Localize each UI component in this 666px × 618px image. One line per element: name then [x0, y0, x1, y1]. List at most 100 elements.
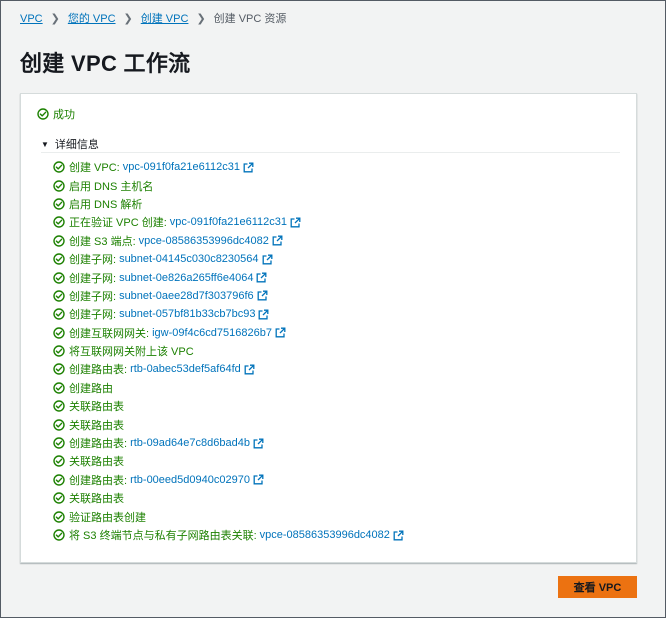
external-link-icon[interactable]: [275, 327, 286, 338]
details-label: 详细信息: [54, 139, 99, 151]
step-text: 启用 DNS 解析: [69, 198, 143, 211]
breadcrumb-link-your-vpcs[interactable]: 您的 VPC: [68, 12, 116, 26]
step-text: 关联路由表: [69, 493, 124, 506]
external-link-icon[interactable]: [253, 474, 264, 485]
step-resource-link[interactable]: vpce-08586353996dc4082: [139, 235, 269, 247]
check-circle-icon: [53, 437, 65, 449]
workflow-panel: 成功 ▼ 详细信息 创建 VPC: vpc-091f0fa21e6112c31 启用…: [20, 93, 637, 563]
step-resource-link[interactable]: subnet-0aee28d7f303796f6: [119, 290, 254, 302]
step-item: 创建 S3 端点: vpce-08586353996dc4082: [53, 232, 404, 250]
step-item: 创建 VPC: vpc-091f0fa21e6112c31: [53, 158, 404, 176]
step-resource-link[interactable]: vpc-091f0fa21e6112c31: [170, 216, 287, 228]
step-resource-link[interactable]: subnet-04145c030c8230564: [119, 253, 258, 265]
step-resource-link[interactable]: rtb-00eed5d0940c02970: [130, 474, 250, 486]
check-circle-icon: [53, 308, 65, 321]
step-text: 创建互联网网关:: [69, 327, 150, 340]
check-circle-icon: [53, 327, 65, 339]
external-link-icon[interactable]: [253, 438, 264, 449]
check-circle-icon: [37, 108, 49, 120]
external-link-icon[interactable]: [244, 364, 255, 375]
step-item: 创建子网: subnet-0e826a265ff6e4064: [53, 268, 404, 286]
step-item: 验证路由表创建: [53, 507, 404, 525]
step-text: 关联路由表: [69, 456, 124, 469]
view-vpc-button[interactable]: 查看 VPC: [558, 576, 637, 598]
step-item: 将互联网网关附上该 VPC: [53, 342, 404, 360]
step-text: 创建 VPC:: [69, 162, 120, 175]
external-link-icon[interactable]: [256, 272, 267, 283]
step-item: 将 S3 终端节点与私有子网路由表关联: vpce-08586353996dc40…: [53, 526, 404, 544]
breadcrumb-link-vpc[interactable]: VPC: [20, 12, 43, 26]
step-item: 创建子网: subnet-0aee28d7f303796f6: [53, 287, 404, 305]
step-resource-link[interactable]: vpce-08586353996dc4082: [260, 529, 390, 541]
details-toggle[interactable]: ▼ 详细信息: [41, 136, 99, 152]
chevron-right-icon: ❯: [196, 13, 206, 25]
check-circle-icon: [53, 400, 65, 412]
step-text: 创建 S3 端点:: [69, 235, 136, 248]
step-item: 启用 DNS 主机名: [53, 176, 404, 194]
step-resource-link[interactable]: vpc-091f0fa21e6112c31: [123, 161, 240, 173]
external-link-icon[interactable]: [258, 309, 269, 320]
step-item: 关联路由表: [53, 397, 404, 415]
step-text: 创建子网:: [69, 290, 117, 303]
step-resource-link[interactable]: rtb-0abec53def5af64fd: [130, 363, 241, 375]
step-text: 创建子网:: [69, 309, 117, 322]
page-title: 创建 VPC 工作流: [20, 51, 191, 76]
step-text: 正在验证 VPC 创建:: [69, 217, 167, 230]
check-circle-icon: [53, 235, 65, 247]
step-text: 创建路由: [69, 382, 113, 395]
step-item: 创建路由表: rtb-09ad64e7c8d6bad4b: [53, 434, 404, 452]
check-circle-icon: [53, 161, 65, 173]
step-item: 关联路由表: [53, 415, 404, 433]
step-resource-link[interactable]: rtb-09ad64e7c8d6bad4b: [130, 437, 250, 449]
check-circle-icon: [53, 474, 65, 486]
step-text: 创建子网:: [69, 254, 117, 267]
status-label: 成功: [53, 109, 75, 121]
step-item: 创建路由表: rtb-00eed5d0940c02970: [53, 471, 404, 489]
step-text: 关联路由表: [69, 401, 124, 414]
breadcrumb: VPC ❯ 您的 VPC ❯ 创建 VPC ❯ 创建 VPC 资源: [20, 12, 286, 26]
step-text: 关联路由表: [69, 419, 124, 432]
check-circle-icon: [53, 455, 65, 468]
external-link-icon[interactable]: [257, 290, 268, 301]
step-text: 启用 DNS 主机名: [69, 180, 154, 193]
check-circle-icon: [53, 510, 65, 523]
check-circle-icon: [53, 418, 65, 431]
check-circle-icon: [53, 216, 65, 229]
external-link-icon[interactable]: [290, 217, 301, 228]
check-circle-icon: [53, 290, 65, 302]
step-item: 关联路由表: [53, 452, 404, 470]
step-item: 创建路由: [53, 379, 404, 397]
step-item: 创建互联网网关: igw-09f4c6cd7516826b7: [53, 324, 404, 342]
check-circle-icon: [53, 492, 65, 504]
step-resource-link[interactable]: igw-09f4c6cd7516826b7: [152, 327, 272, 339]
caret-down-icon: ▼: [41, 139, 49, 149]
external-link-icon[interactable]: [243, 162, 254, 173]
check-circle-icon: [53, 363, 65, 376]
check-circle-icon: [53, 529, 65, 541]
step-text: 将 S3 终端节点与私有子网路由表关联:: [69, 530, 257, 542]
step-text: 创建路由表:: [69, 364, 128, 377]
step-item: 创建路由表: rtb-0abec53def5af64fd: [53, 360, 404, 378]
check-circle-icon: [53, 179, 65, 192]
external-link-icon[interactable]: [272, 235, 283, 246]
step-item: 关联路由表: [53, 489, 404, 507]
check-circle-icon: [53, 382, 65, 394]
step-list: 创建 VPC: vpc-091f0fa21e6112c31 启用 DNS 主机名 启用…: [53, 158, 404, 544]
status-success: 成功: [37, 106, 75, 122]
external-link-icon[interactable]: [393, 530, 404, 541]
step-resource-link[interactable]: subnet-0e826a265ff6e4064: [119, 272, 253, 284]
divider: [41, 152, 620, 153]
step-item: 创建子网: subnet-04145c030c8230564: [53, 250, 404, 268]
breadcrumb-link-create-vpc[interactable]: 创建 VPC: [141, 12, 189, 26]
check-circle-icon: [53, 198, 65, 210]
step-item: 启用 DNS 解析: [53, 195, 404, 213]
check-circle-icon: [53, 253, 65, 265]
step-text: 验证路由表创建: [69, 511, 146, 524]
step-text: 创建子网:: [69, 272, 117, 285]
external-link-icon[interactable]: [262, 254, 273, 265]
step-text: 创建路由表:: [69, 438, 128, 451]
step-text: 创建路由表:: [69, 474, 128, 487]
chevron-right-icon: ❯: [123, 13, 133, 25]
step-resource-link[interactable]: subnet-057bf81b33cb7bc93: [119, 308, 255, 320]
breadcrumb-current: 创建 VPC 资源: [213, 13, 287, 25]
